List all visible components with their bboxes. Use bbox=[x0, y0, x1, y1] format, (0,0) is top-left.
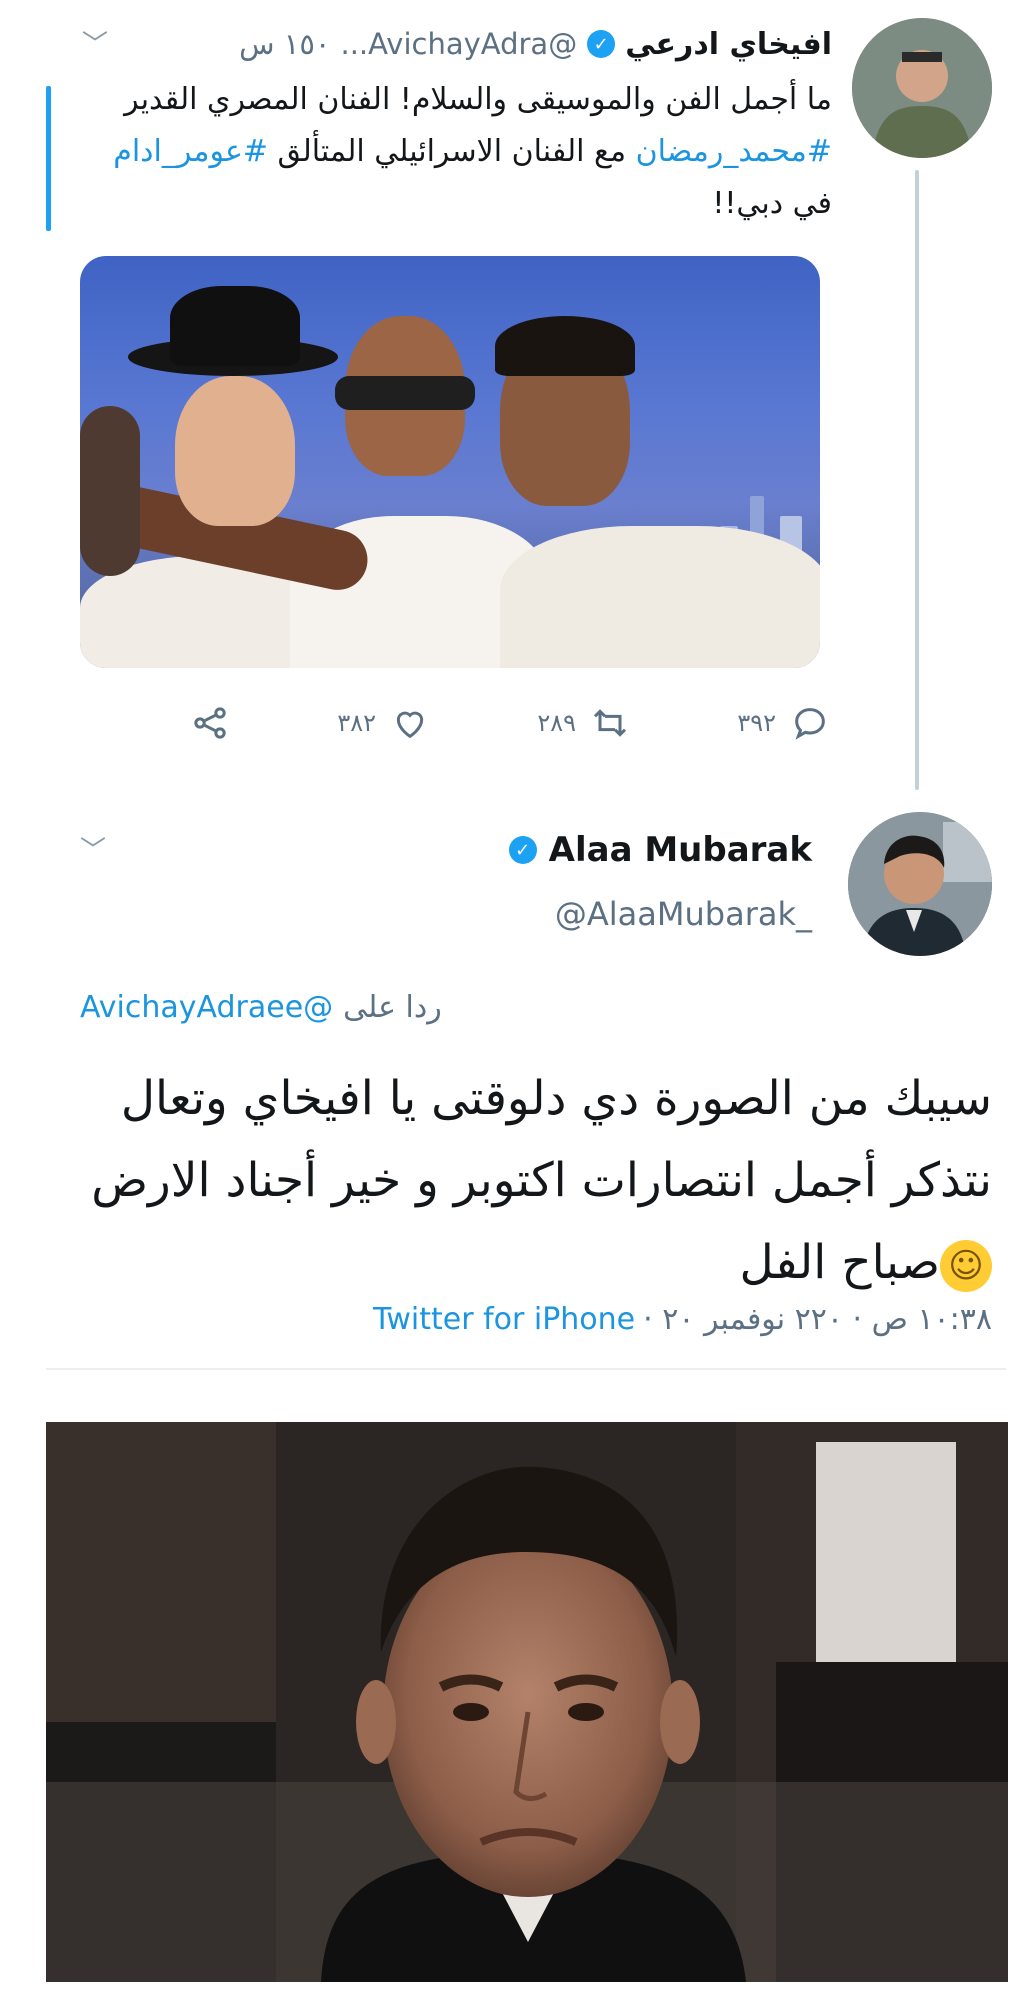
share-action[interactable] bbox=[190, 703, 230, 743]
retweet-count: ٢٨٩ bbox=[537, 709, 576, 737]
reply-count: ٣٩٢ bbox=[737, 709, 776, 737]
avatar-person-image bbox=[852, 18, 992, 158]
retweet-icon bbox=[593, 709, 627, 737]
tweet-text: سيبك من الصورة دي دلوقتى يا افيخاي وتعال… bbox=[32, 1058, 992, 1304]
thread-connector-line bbox=[915, 170, 919, 790]
chevron-down-icon[interactable]: ﹀ bbox=[82, 24, 108, 61]
author-handle[interactable]: @AvichayAdra... bbox=[341, 27, 578, 61]
avatar[interactable] bbox=[848, 812, 992, 956]
author-name[interactable]: افيخاي ادرعي bbox=[625, 27, 832, 62]
tweet-timestamp[interactable]: ١٠:٣٨ ص · ٢٢٠ نوفمبر ٢٠ · bbox=[643, 1302, 992, 1337]
smiling-face-emoji: ☺ bbox=[940, 1239, 992, 1292]
avatar-person-image bbox=[848, 812, 992, 956]
divider bbox=[46, 1368, 1006, 1370]
verified-badge-icon: ✓ bbox=[587, 30, 616, 58]
share-icon bbox=[194, 707, 226, 739]
hashtag-link[interactable]: #محمد_رمضان bbox=[636, 134, 832, 169]
heart-icon bbox=[396, 711, 424, 739]
reply-prefix: ردا على bbox=[343, 990, 442, 1025]
tweet-photo[interactable] bbox=[80, 256, 820, 668]
author-handle[interactable]: @AlaaMubarak_ bbox=[555, 895, 812, 933]
tweet-text-part: سيبك من الصورة دي دلوقتى يا افيخاي وتعال… bbox=[91, 1071, 992, 1208]
verified-badge-icon: ✓ bbox=[508, 836, 537, 864]
portrait-photo-image bbox=[46, 1422, 1008, 1982]
tweet-text: ما أجمل الفن والموسيقى والسلام! الفنان ا… bbox=[92, 74, 832, 230]
tweet-header: Alaa Mubarak ✓ bbox=[508, 830, 812, 870]
news-photo bbox=[46, 1422, 1008, 1982]
reply-context: ردا على @AvichayAdraee bbox=[80, 990, 442, 1025]
retweet-action[interactable]: ٢٨٩ bbox=[537, 703, 630, 743]
tweet-actions: ٣٩٢ ٢٨٩ ٣٨٢ bbox=[190, 695, 830, 751]
chevron-down-icon[interactable]: ﹀ bbox=[80, 830, 106, 867]
tweet-header: افيخاي ادرعي ✓ @AvichayAdra... ١٥٠ س bbox=[239, 20, 832, 68]
like-action[interactable]: ٣٨٢ bbox=[337, 703, 430, 743]
reply-bubble-icon bbox=[795, 708, 825, 740]
avatar[interactable] bbox=[852, 18, 992, 158]
reply-handle-link[interactable]: @AvichayAdraee bbox=[80, 990, 333, 1025]
tweet-text-part: في دبي!! bbox=[712, 186, 832, 221]
tweet-source-link[interactable]: Twitter for iPhone bbox=[373, 1302, 635, 1337]
tweet-meta: ١٠:٣٨ ص · ٢٢٠ نوفمبر ٢٠ · Twitter for iP… bbox=[373, 1302, 992, 1337]
tweet-text-part: ما أجمل الفن والموسيقى والسلام! الفنان ا… bbox=[124, 82, 832, 117]
hashtag-link[interactable]: #عومر_ادام bbox=[113, 134, 268, 169]
reply-action[interactable]: ٣٩٢ bbox=[737, 703, 830, 743]
tweet-text-part: صباح الفل bbox=[739, 1235, 940, 1290]
quote-indicator-bar bbox=[46, 86, 51, 231]
like-count: ٣٨٢ bbox=[337, 709, 376, 737]
tweet-text-part: مع الفنان الاسرائيلي المتألق bbox=[268, 134, 636, 169]
tweet-time[interactable]: ١٥٠ س bbox=[239, 27, 330, 61]
author-name[interactable]: Alaa Mubarak bbox=[549, 830, 812, 870]
